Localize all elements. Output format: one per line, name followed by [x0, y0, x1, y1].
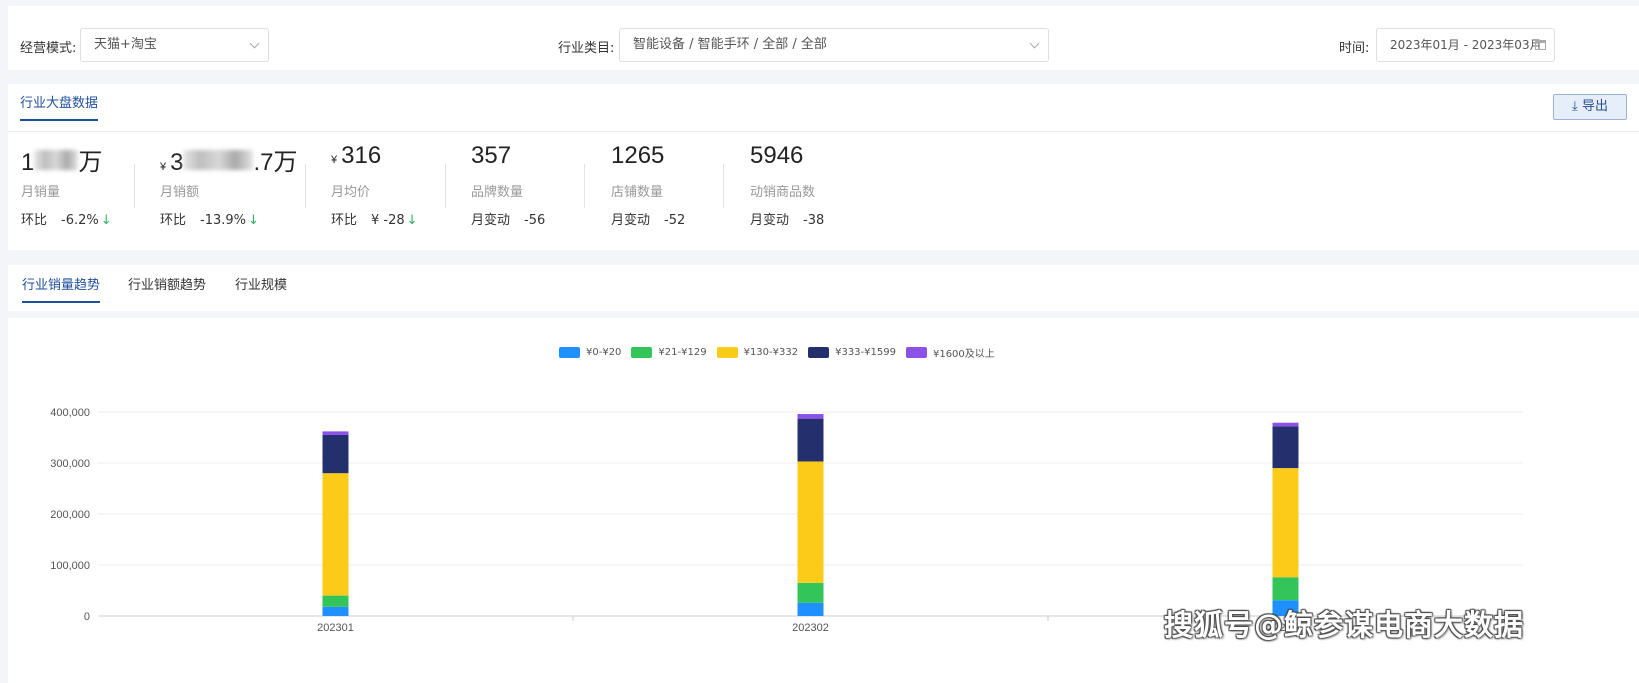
mode-label: 经营模式: — [20, 41, 77, 56]
y-tick-label: 300,000 — [50, 458, 90, 470]
change-value: ¥ -28 — [371, 213, 405, 228]
metric-label: 品牌数量 — [471, 185, 524, 200]
x-tick-label: 202301 — [317, 622, 354, 634]
bar-segment — [322, 431, 349, 435]
calendar-icon — [1535, 40, 1546, 50]
chart-panel: ¥0-¥20 ¥21-¥129 ¥130-¥332 ¥333-¥1599 ¥1600及以… — [8, 318, 1639, 683]
chevron-down-icon — [1029, 38, 1040, 49]
arrow-down-icon: ↓ — [248, 213, 259, 228]
export-label: 导出 — [1581, 99, 1608, 114]
metric-active-products: 5946 动销商品数 月变动 -38 — [750, 142, 824, 228]
metric-label: 店铺数量 — [611, 185, 664, 200]
bar-segment — [797, 582, 824, 603]
change-key: 月变动 — [611, 213, 651, 228]
bar-segment — [797, 414, 824, 419]
download-icon: ⤓ — [1572, 99, 1578, 114]
metric-label: 动销商品数 — [750, 185, 816, 200]
metric-monthly-sales: ¥3 .7万 月销额 环比 -13.9% ↓ — [160, 142, 298, 228]
trend-tabs: 行业销量趋势 行业销额趋势 行业规模 — [8, 265, 1639, 311]
date-range-value: 2023年01月 - 2023年03月 — [1390, 38, 1542, 52]
y-tick-label: 100,000 — [50, 560, 90, 572]
bar-segment — [1272, 426, 1299, 469]
divider — [134, 164, 135, 208]
tab-industry-overview[interactable]: 行业大盘数据 — [20, 92, 99, 121]
category-value: 智能设备 / 智能手环 / 全部 / 全部 — [633, 37, 827, 52]
metric-value: 1 — [21, 149, 35, 176]
metric-value: 5946 — [750, 142, 804, 169]
metric-store-count: 1265 店铺数量 月变动 -52 — [611, 142, 685, 228]
blurred-digits — [34, 150, 79, 170]
divider — [8, 131, 1639, 132]
divider — [445, 164, 446, 208]
mode-value: 天猫+淘宝 — [94, 37, 157, 52]
change-value: -56 — [524, 213, 546, 228]
change-key: 月变动 — [750, 213, 790, 228]
time-label: 时间: — [1339, 41, 1370, 56]
bar-segment — [322, 595, 349, 607]
divider — [305, 164, 306, 208]
metric-monthly-volume: 1 万 月销量 环比 -6.2% ↓ — [21, 142, 112, 228]
change-value: -13.9% — [200, 213, 247, 228]
bar-segment — [797, 461, 824, 583]
metric-value: 3 — [170, 149, 184, 176]
y-tick-label: 200,000 — [50, 509, 90, 521]
date-range-picker[interactable]: 2023年01月 - 2023年03月 — [1376, 28, 1555, 62]
change-value: -52 — [664, 213, 686, 228]
metric-unit: .7万 — [253, 149, 298, 176]
change-key: 月变动 — [471, 213, 511, 228]
metric-brand-count: 357 品牌数量 月变动 -56 — [471, 142, 545, 228]
arrow-down-icon: ↓ — [100, 213, 112, 228]
bar-segment — [322, 606, 349, 616]
metric-label: 月销量 — [21, 185, 61, 200]
x-tick-label: 202302 — [792, 622, 829, 634]
metric-value: 357 — [471, 142, 512, 169]
bar-segment — [1272, 468, 1299, 578]
bar-segment — [322, 473, 349, 596]
y-tick-label: 400,000 — [50, 407, 90, 419]
bar-segment — [1272, 577, 1299, 601]
metric-label: 月销额 — [160, 185, 200, 200]
y-tick-label: 0 — [84, 611, 90, 623]
bar-segment — [797, 602, 824, 616]
metric-value: 316 — [341, 142, 382, 169]
change-key: 环比 — [331, 213, 358, 228]
currency-symbol: ¥ — [160, 161, 167, 173]
tab-industry-scale[interactable]: 行业规模 — [235, 274, 287, 301]
currency-symbol: ¥ — [331, 154, 338, 166]
category-label: 行业类目: — [558, 41, 615, 56]
tab-sales-volume-trend[interactable]: 行业销量趋势 — [22, 274, 101, 303]
overview-panel: 行业大盘数据 ⤓ 导出 1万 月销量 环比 -6.2% ↓ ¥3.7万 月销额 环比… — [8, 84, 1639, 250]
blurred-digits — [183, 150, 254, 170]
arrow-down-icon: ↓ — [406, 213, 418, 228]
divider — [723, 164, 724, 208]
mode-select[interactable]: 天猫+淘宝 — [80, 28, 269, 62]
filter-bar: 经营模式: 天猫+淘宝 行业类目: 智能设备 / 智能手环 / 全部 / 全部 … — [8, 6, 1639, 70]
metric-value: 1265 — [611, 142, 665, 169]
bar-segment — [797, 418, 824, 462]
metric-label: 月均价 — [331, 185, 371, 200]
category-select[interactable]: 智能设备 / 智能手环 / 全部 / 全部 — [619, 28, 1049, 62]
bar-segment — [1272, 422, 1299, 427]
change-value: -38 — [803, 213, 825, 228]
watermark: 搜狐号@鲸参谋电商大数据 — [1164, 608, 1525, 642]
change-value: -6.2% — [61, 213, 99, 228]
metric-unit: 万 — [78, 149, 103, 176]
export-button[interactable]: ⤓ 导出 — [1553, 94, 1627, 120]
chevron-down-icon — [249, 38, 260, 49]
change-key: 环比 — [160, 213, 187, 228]
change-key: 环比 — [21, 213, 48, 228]
divider — [584, 164, 585, 208]
tab-sales-amount-trend[interactable]: 行业销额趋势 — [128, 274, 206, 301]
bar-segment — [322, 434, 349, 474]
metric-avg-price: ¥316 月均价 环比 ¥ -28 ↓ — [331, 142, 418, 228]
